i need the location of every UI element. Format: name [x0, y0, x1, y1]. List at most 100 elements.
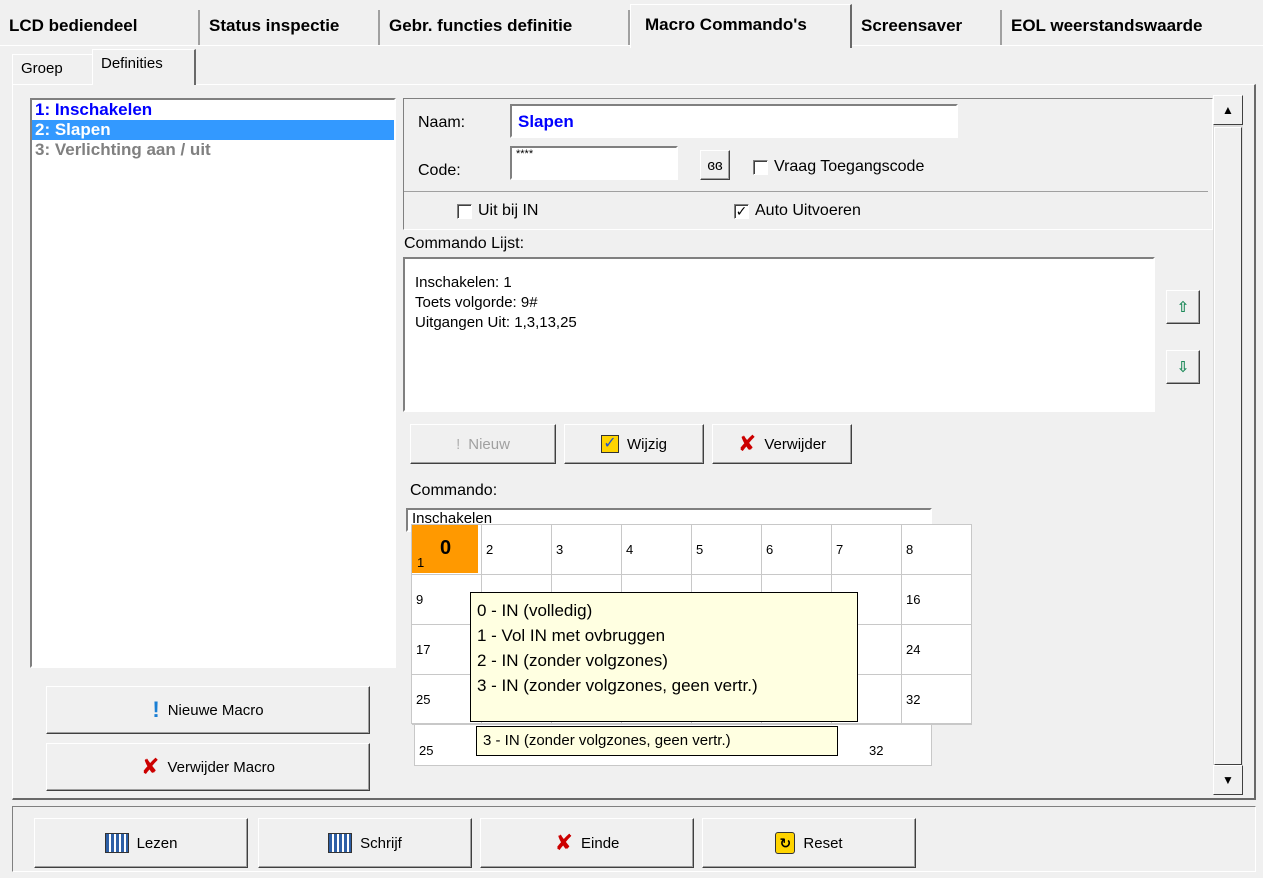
button-label: Lezen	[136, 834, 178, 852]
subtab-definities[interactable]: Definities	[92, 49, 196, 85]
tab-label: Screensaver	[861, 16, 963, 35]
cell-label: 32	[869, 743, 884, 758]
tab-macro-commandos[interactable]: Macro Commando's	[630, 4, 852, 48]
grid-cell[interactable]: 3	[552, 525, 622, 575]
delete-x-icon: ✘	[141, 754, 160, 779]
write-button[interactable]: Schrijf	[258, 818, 472, 868]
off-at-in-label: Uit bij IN	[478, 202, 539, 219]
cell-label: 32	[906, 692, 921, 707]
command-label: Commando:	[410, 482, 498, 499]
scroll-up-button[interactable]: ▲	[1213, 95, 1243, 125]
list-item-selected[interactable]: 2: Slapen	[32, 120, 394, 140]
code-input[interactable]: ****	[510, 146, 678, 180]
grid-cell[interactable]: 6	[762, 525, 832, 575]
tooltip-line: 0 - IN (volledig)	[477, 601, 593, 620]
reset-button[interactable]: ↻ Reset	[702, 818, 916, 868]
vertical-scrollbar[interactable]: ▲ ▼	[1213, 95, 1243, 795]
arrow-down-icon: ⇩	[1176, 359, 1190, 376]
ask-code-checkbox[interactable]	[753, 160, 768, 175]
tab-screensaver[interactable]: Screensaver	[852, 10, 1002, 46]
new-macro-button[interactable]: ! Nieuwe Macro	[46, 686, 370, 734]
move-down-button[interactable]: ⇩	[1166, 350, 1200, 384]
off-at-in-checkbox[interactable]	[457, 204, 472, 219]
cell-label: 25	[416, 692, 431, 707]
grid-cell[interactable]: 2	[482, 525, 552, 575]
end-button[interactable]: ✘ Einde	[480, 818, 694, 868]
tab-eol-weerstandswaarde[interactable]: EOL weerstandswaarde	[1002, 10, 1263, 46]
grid-cell[interactable]: 16	[902, 575, 972, 625]
cell-label: 17	[416, 642, 431, 657]
grid-cell[interactable]: 5	[692, 525, 762, 575]
tab-status-inspectie[interactable]: Status inspectie	[200, 10, 380, 46]
delete-command-button[interactable]: ✘ Verwijder	[712, 424, 852, 464]
grid-icon	[104, 833, 129, 853]
button-label: Verwijder Macro	[167, 758, 275, 776]
grid-cell[interactable]: 32	[902, 675, 972, 725]
auto-run-checkbox[interactable]: ✓	[734, 204, 749, 219]
exclamation-icon: !	[456, 435, 461, 453]
grid-cell[interactable]: 24	[902, 625, 972, 675]
command-line: Inschakelen: 1	[415, 274, 512, 291]
reset-icon: ↻	[775, 832, 796, 854]
tab-lcd-bediendeel[interactable]: LCD bediendeel	[0, 10, 200, 46]
cell-label: 6	[766, 542, 774, 557]
read-button[interactable]: Lezen	[34, 818, 248, 868]
tooltip-small: 3 - IN (zonder volgzones, geen vertr.)	[476, 726, 838, 756]
command-list-box[interactable]: Inschakelen: 1 Toets volgorde: 9# Uitgan…	[403, 257, 1155, 412]
triangle-down-icon: ▼	[1222, 773, 1234, 787]
name-input-value: Slapen	[518, 112, 574, 131]
scroll-thumb[interactable]	[1214, 127, 1242, 765]
macro-list[interactable]: 1: Inschakelen 2: Slapen 3: Verlichting …	[30, 98, 396, 668]
command-line: Toets volgorde: 9#	[415, 294, 538, 311]
arrow-up-icon: ⇧	[1176, 299, 1190, 316]
cell-label: 24	[906, 642, 921, 657]
cell-label: 9	[416, 592, 424, 607]
glasses-icon: ɞɞ	[707, 156, 723, 174]
check-icon: ✓	[601, 435, 619, 453]
cell-label: 5	[696, 542, 704, 557]
name-label: Naam:	[418, 114, 466, 131]
tab-label: EOL weerstandswaarde	[1011, 16, 1203, 35]
cell-label: 2	[486, 542, 494, 557]
main-tab-bar: LCD bediendeel Status inspectie Gebr. fu…	[0, 0, 1263, 48]
ask-code-label: Vraag Toegangscode	[774, 158, 925, 175]
list-item[interactable]: 1: Inschakelen	[32, 100, 394, 120]
new-command-button[interactable]: ! Nieuw	[410, 424, 556, 464]
close-x-icon: ✘	[554, 830, 574, 855]
grid-cell[interactable]: 8	[902, 525, 972, 575]
name-input[interactable]: Slapen	[510, 104, 958, 138]
triangle-up-icon: ▲	[1222, 103, 1234, 117]
subtab-groep[interactable]: Groep	[12, 54, 92, 84]
tab-label: Status inspectie	[209, 16, 340, 35]
grid-cell-selected[interactable]: 1 0	[412, 525, 478, 573]
cell-label: 16	[906, 592, 921, 607]
delete-x-icon: ✘	[737, 431, 757, 456]
button-label: Nieuwe Macro	[167, 701, 264, 719]
scroll-down-button[interactable]: ▼	[1213, 765, 1243, 795]
list-item[interactable]: 3: Verlichting aan / uit	[32, 140, 394, 160]
code-input-value: ****	[516, 148, 534, 160]
command-line: Uitgangen Uit: 1,3,13,25	[415, 314, 577, 331]
tooltip-line: 1 - Vol IN met ovbruggen	[477, 626, 666, 645]
cell-label: 1	[417, 555, 425, 570]
delete-macro-button[interactable]: ✘ Verwijder Macro	[46, 743, 370, 791]
value-tooltip: 0 - IN (volledig) 1 - Vol IN met ovbrugg…	[470, 592, 858, 722]
separator	[404, 191, 1208, 192]
tab-label: LCD bediendeel	[9, 16, 138, 35]
cell-label: 8	[906, 542, 914, 557]
grid-cell[interactable]: 4	[622, 525, 692, 575]
exclamation-icon: !	[152, 697, 160, 722]
button-label: Einde	[581, 834, 620, 852]
cell-label: 4	[626, 542, 634, 557]
grid-cell[interactable]: 7	[832, 525, 902, 575]
button-label: Nieuw	[468, 435, 510, 453]
move-up-button[interactable]: ⇧	[1166, 290, 1200, 324]
command-list-label: Commando Lijst:	[404, 235, 525, 252]
cell-label: 7	[836, 542, 844, 557]
show-code-button[interactable]: ɞɞ	[700, 150, 730, 180]
tab-gebr-functies[interactable]: Gebr. functies definitie	[380, 10, 630, 46]
selected-value: 0	[440, 537, 452, 559]
edit-command-button[interactable]: ✓ Wijzig	[564, 424, 704, 464]
button-label: Reset	[803, 834, 843, 852]
grid-icon	[328, 833, 353, 853]
